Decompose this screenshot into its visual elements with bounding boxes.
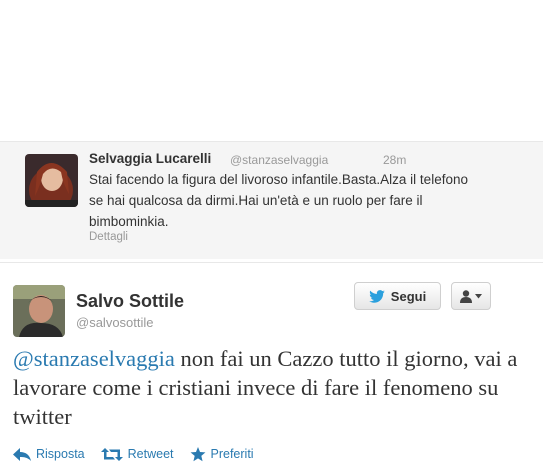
reply-timestamp[interactable]: 28m [383, 153, 406, 167]
reply-action[interactable]: Risposta [13, 447, 85, 461]
details-link[interactable]: Dettagli [89, 231, 128, 243]
in-reply-to-tweet[interactable]: Selvaggia Lucarelli @stanzaselvaggia 28m… [0, 141, 543, 259]
mention-link[interactable]: @stanzaselvaggia [13, 346, 175, 371]
favorite-action[interactable]: Preferiti [190, 446, 254, 462]
user-actions-button[interactable] [451, 282, 491, 310]
reply-author-handle[interactable]: @stanzaselvaggia [230, 153, 328, 167]
reply-action-label: Risposta [36, 447, 85, 461]
retweet-icon [100, 447, 123, 461]
caret-down-icon [475, 293, 482, 298]
tweet-text: @stanzaselvaggia non fai un Cazzo tutto … [13, 344, 533, 431]
author-avatar[interactable] [13, 285, 65, 337]
user-icon [460, 289, 472, 303]
reply-tweet-text: Stai facendo la figura del livoroso infa… [89, 172, 468, 229]
star-icon [190, 446, 205, 461]
follow-button-label: Segui [390, 288, 427, 304]
reply-arrow-icon [13, 447, 31, 461]
retweet-action-label: Retweet [127, 447, 174, 461]
reply-author-name[interactable]: Selvaggia Lucarelli [89, 151, 211, 166]
twitter-bird-icon [368, 289, 385, 303]
reply-author-avatar[interactable] [25, 154, 78, 207]
retweet-action[interactable]: Retweet [100, 447, 174, 461]
reply-avatar-image [25, 154, 78, 207]
author-avatar-image [13, 285, 65, 337]
author-name[interactable]: Salvo Sottile [76, 291, 184, 312]
divider [0, 262, 543, 263]
author-handle[interactable]: @salvosottile [76, 315, 154, 330]
tweet-actions: Risposta Retweet Preferiti [13, 443, 270, 465]
follow-button[interactable]: Segui [354, 282, 441, 310]
favorite-action-label: Preferiti [210, 447, 254, 461]
